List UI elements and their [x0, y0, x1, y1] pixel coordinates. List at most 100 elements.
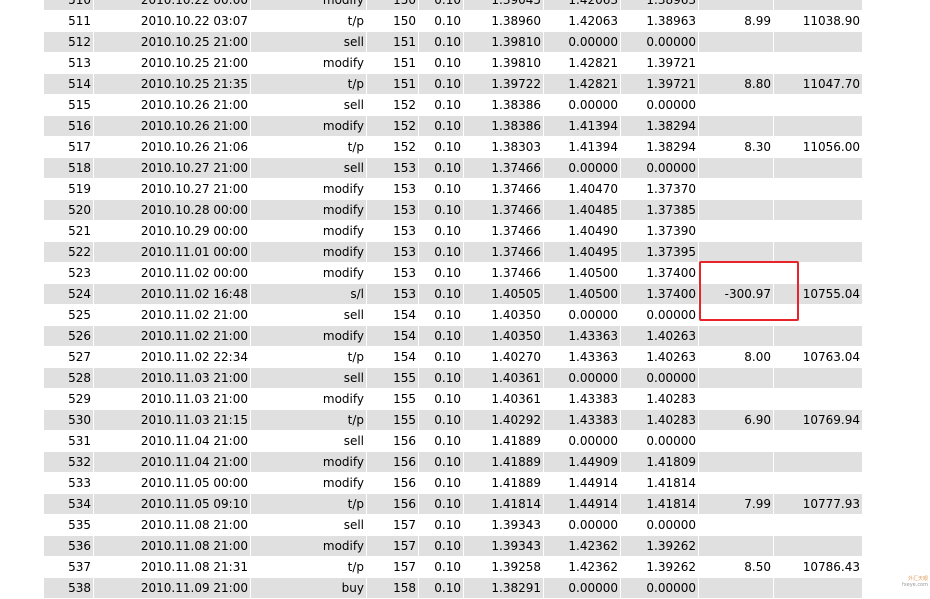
cell-action: sell [251, 368, 367, 388]
cell-stop-loss: 0.00000 [544, 95, 621, 115]
cell-stop-loss: 1.44914 [544, 473, 621, 493]
cell-order: 151 [367, 32, 419, 52]
cell-order: 156 [367, 452, 419, 472]
cell-profit [699, 242, 774, 262]
cell-action: t/p [251, 494, 367, 514]
cell-stop-loss: 1.42821 [544, 74, 621, 94]
cell-action: s/l [251, 284, 367, 304]
cell-lots: 0.10 [419, 242, 464, 262]
cell-action: modify [251, 473, 367, 493]
cell-price: 1.39810 [464, 53, 544, 73]
cell-order: 153 [367, 158, 419, 178]
cell-time: 2010.10.29 00:00 [94, 221, 251, 241]
cell-action: sell [251, 158, 367, 178]
cell-balance [774, 368, 862, 388]
cell-take-profit: 1.37400 [621, 263, 699, 283]
cell-lots: 0.10 [419, 347, 464, 367]
cell-profit [699, 221, 774, 241]
cell-order: 154 [367, 326, 419, 346]
cell-price: 1.40350 [464, 305, 544, 325]
cell-time: 2010.11.02 21:00 [94, 305, 251, 325]
cell-balance [774, 179, 862, 199]
cell-ticket-number: 527 [44, 347, 94, 367]
cell-price: 1.40361 [464, 368, 544, 388]
cell-ticket-number: 516 [44, 116, 94, 136]
watermark-line2: fxeye.com [902, 582, 928, 588]
table-row: 517 2010.10.26 21:06 t/p 152 0.10 1.38303 1.41… [44, 137, 862, 157]
cell-lots: 0.10 [419, 557, 464, 577]
cell-ticket-number: 514 [44, 74, 94, 94]
cell-balance [774, 389, 862, 409]
cell-order: 153 [367, 200, 419, 220]
cell-profit [699, 0, 774, 10]
cell-balance: 10777.93 [802, 497, 860, 511]
cell-action: modify [251, 389, 367, 409]
cell-take-profit: 0.00000 [621, 95, 699, 115]
cell-price: 1.41889 [464, 452, 544, 472]
table-row: 530 2010.11.03 21:15 t/p 155 0.10 1.40292 1.43… [44, 410, 862, 430]
cell-profit: 8.30 [699, 137, 774, 157]
cell-profit: 8.50 [699, 557, 774, 577]
cell-take-profit: 0.00000 [621, 368, 699, 388]
cell-profit [699, 473, 774, 493]
cell-price: 1.39343 [464, 515, 544, 535]
cell-time: 2010.10.25 21:00 [94, 32, 251, 52]
cell-ticket-number: 528 [44, 368, 94, 388]
cell-order: 153 [367, 284, 419, 304]
cell-ticket-number: 525 [44, 305, 94, 325]
cell-profit [699, 578, 774, 598]
cell-take-profit: 1.40263 [621, 347, 699, 367]
cell-lots: 0.10 [419, 200, 464, 220]
cell-profit [699, 431, 774, 451]
cell-stop-loss: 1.44909 [544, 452, 621, 472]
cell-stop-loss: 0.00000 [544, 515, 621, 535]
table-row: 536 2010.11.08 21:00 modify 157 0.10 1.39343 1… [44, 536, 862, 556]
cell-take-profit: 1.40283 [621, 410, 699, 430]
cell-ticket-number: 515 [44, 95, 94, 115]
cell-ticket-number: 534 [44, 494, 94, 514]
cell-ticket-number: 511 [44, 11, 94, 31]
cell-time: 2010.10.22 03:07 [94, 11, 251, 31]
cell-balance [774, 242, 862, 262]
cell-stop-loss: 1.40500 [544, 284, 621, 304]
cell-balance [774, 515, 862, 535]
cell-price: 1.39722 [464, 74, 544, 94]
cell-ticket-number: 517 [44, 137, 94, 157]
table-row: 531 2010.11.04 21:00 sell 156 0.10 1.41889 0.0… [44, 431, 862, 451]
cell-lots: 0.10 [419, 326, 464, 346]
cell-balance [774, 95, 862, 115]
cell-take-profit: 0.00000 [621, 431, 699, 451]
cell-lots: 0.10 [419, 515, 464, 535]
table-row: 534 2010.11.05 09:10 t/p 156 0.10 1.41814 1.44… [44, 494, 862, 514]
cell-balance: 10763.04 [802, 350, 860, 364]
cell-balance: 11047.70 [802, 77, 860, 91]
cell-balance [774, 221, 862, 241]
cell-ticket-number: 519 [44, 179, 94, 199]
cell-time: 2010.10.26 21:06 [94, 137, 251, 157]
cell-profit [699, 536, 774, 556]
cell-lots: 0.10 [419, 305, 464, 325]
cell-stop-loss: 0.00000 [544, 578, 621, 598]
cell-price: 1.37466 [464, 263, 544, 283]
cell-lots: 0.10 [419, 116, 464, 136]
cell-price: 1.39045 [464, 0, 544, 10]
table-row: 528 2010.11.03 21:00 sell 155 0.10 1.40361 0.0… [44, 368, 862, 388]
cell-time: 2010.10.22 00:00 [94, 0, 251, 10]
cell-lots: 0.10 [419, 32, 464, 52]
cell-profit [699, 116, 774, 136]
cell-ticket-number: 533 [44, 473, 94, 493]
cell-balance [774, 536, 862, 556]
cell-balance [774, 53, 862, 73]
cell-stop-loss: 0.00000 [544, 158, 621, 178]
table-row: 514 2010.10.25 21:35 t/p 151 0.10 1.39722 1.42… [44, 74, 862, 94]
watermark-logo: 外汇天眼 fxeye.com [902, 576, 928, 588]
cell-price: 1.40361 [464, 389, 544, 409]
cell-take-profit: 1.41814 [621, 473, 699, 493]
cell-action: modify [251, 53, 367, 73]
cell-price: 1.38303 [464, 137, 544, 157]
cell-time: 2010.11.08 21:31 [94, 557, 251, 577]
cell-order: 154 [367, 347, 419, 367]
cell-order: 155 [367, 410, 419, 430]
cell-balance [774, 431, 862, 451]
cell-time: 2010.11.01 00:00 [94, 242, 251, 262]
